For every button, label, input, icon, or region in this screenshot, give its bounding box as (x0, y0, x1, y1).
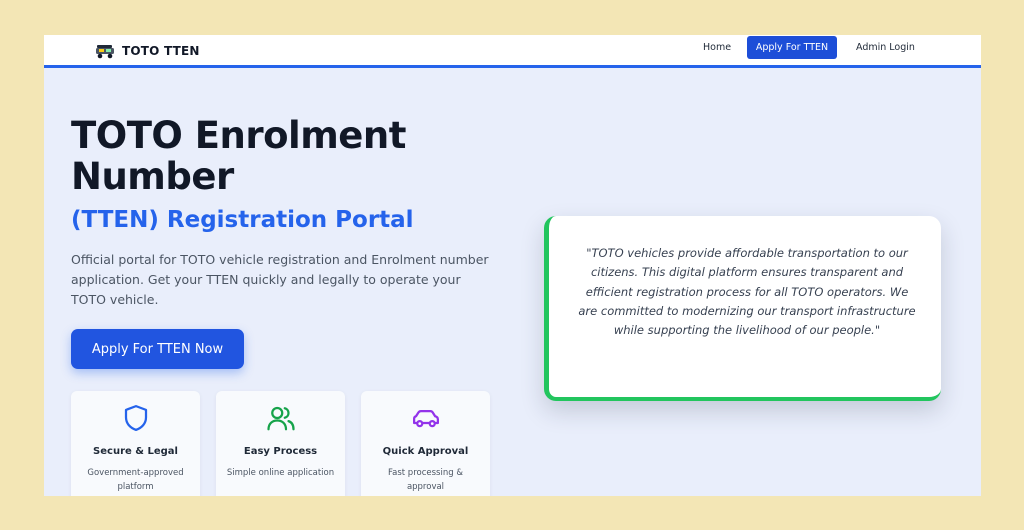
brand-name: TOTO TTEN (122, 44, 200, 58)
feature-description: Fast processing & approval (388, 468, 463, 492)
nav-apply-button[interactable]: Apply For TTEN (747, 36, 837, 59)
brand-logo[interactable]: TOTO TTEN (94, 39, 200, 63)
feature-card-secure: Secure & Legal Government-approved platf… (71, 391, 200, 496)
feature-card-easy: Easy Process Simple online application (216, 391, 345, 496)
nav-admin-login-link[interactable]: Admin Login (856, 42, 915, 53)
feature-title: Easy Process (243, 446, 318, 457)
feature-title: Quick Approval (382, 446, 469, 457)
car-icon (411, 403, 441, 433)
feature-description: Simple online application (226, 468, 335, 478)
quote-card: "TOTO vehicles provide affordable transp… (544, 216, 941, 401)
feature-title: Secure & Legal (93, 446, 178, 457)
users-icon (266, 403, 296, 433)
feature-card-quick: Quick Approval Fast processing & approva… (361, 391, 490, 496)
auto-rickshaw-icon (94, 43, 116, 59)
hero-subtitle: (TTEN) Registration Portal (71, 207, 414, 233)
browser-viewport: TOTO TTEN Home Apply For TTEN Admin Logi… (44, 35, 981, 496)
hero-title: TOTO Enrolment Number (71, 114, 406, 198)
quote-text: "TOTO vehicles provide affordable transp… (578, 246, 916, 338)
shield-icon (121, 403, 151, 433)
nav-home-link[interactable]: Home (703, 42, 731, 53)
apply-now-button[interactable]: Apply For TTEN Now (71, 329, 244, 369)
hero-description: Official portal for TOTO vehicle registr… (71, 252, 489, 307)
navbar: TOTO TTEN Home Apply For TTEN Admin Logi… (44, 35, 981, 68)
feature-description: Government-approved platform (87, 468, 184, 492)
